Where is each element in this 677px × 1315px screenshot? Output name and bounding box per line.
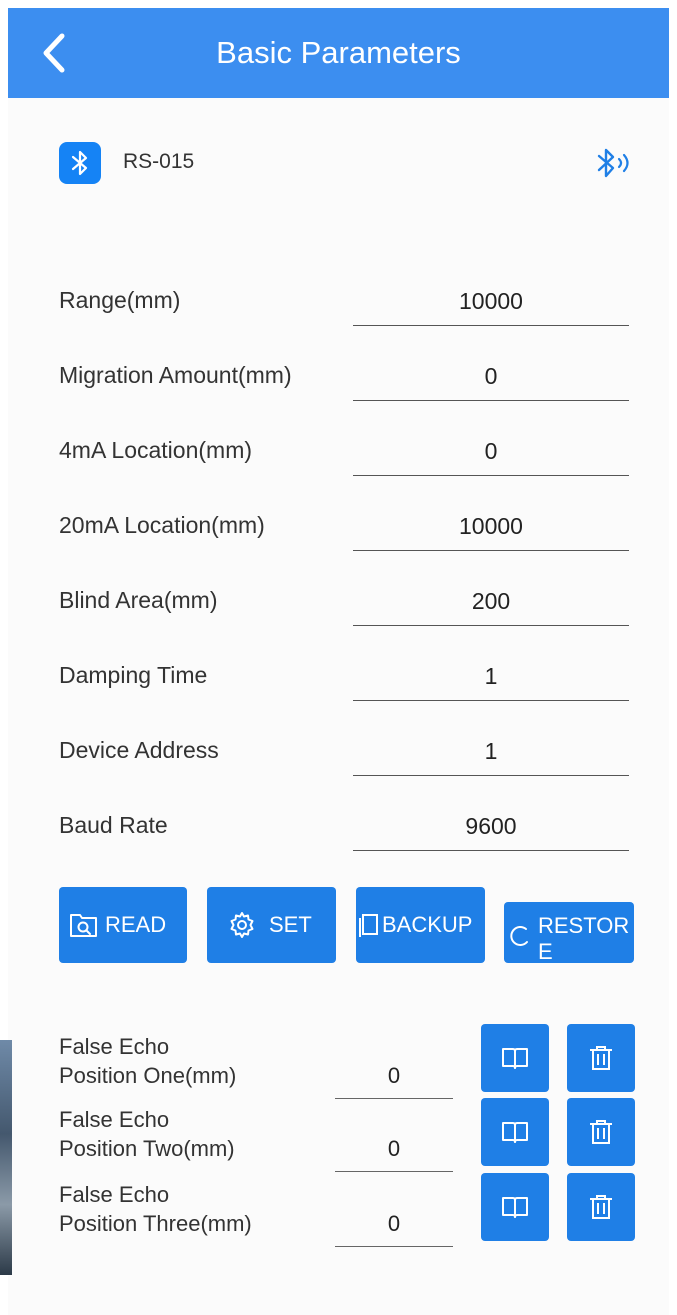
false-echo-label-line1: False Echo [59, 1034, 170, 1059]
false-echo-row-one: False Echo Position One(mm) [59, 1024, 639, 1104]
refresh-icon [510, 926, 528, 946]
read-button[interactable]: READ [59, 887, 187, 963]
false-echo-one-input[interactable] [335, 1054, 453, 1099]
false-echo-label: False Echo Position Three(mm) [59, 1180, 309, 1238]
false-echo-two-delete-button[interactable] [567, 1098, 635, 1166]
device-row: RS-015 [59, 142, 639, 186]
bluetooth-icon [59, 142, 101, 184]
false-echo-label: False Echo Position One(mm) [59, 1032, 309, 1090]
set-button[interactable]: SET [207, 887, 336, 963]
20ma-location-input[interactable] [353, 502, 629, 551]
false-echo-label: False Echo Position Two(mm) [59, 1105, 309, 1163]
book-icon [502, 1122, 528, 1143]
param-range: Range(mm) [59, 277, 629, 329]
read-label: READ [105, 912, 167, 937]
4ma-location-input[interactable] [353, 427, 629, 476]
restore-button[interactable]: RESTORE [504, 902, 634, 963]
header-bar: Basic Parameters [8, 8, 669, 98]
false-echo-one-book-button[interactable] [481, 1024, 549, 1092]
false-echo-row-two: False Echo Position Two(mm) [59, 1098, 639, 1177]
background-photo-edge [0, 1040, 12, 1275]
param-4ma-location: 4mA Location(mm) [59, 427, 629, 479]
param-baud-rate: Baud Rate [59, 802, 629, 854]
book-icon [502, 1197, 528, 1218]
param-blind-area: Blind Area(mm) [59, 577, 629, 629]
false-echo-label-line1: False Echo [59, 1107, 170, 1132]
param-device-address: Device Address [59, 727, 629, 779]
folder-search-icon [70, 914, 97, 937]
backup-button[interactable]: BACKUP [356, 887, 485, 963]
param-label: 4mA Location(mm) [59, 437, 253, 463]
param-label: Device Address [59, 737, 219, 763]
set-label: SET [269, 912, 312, 937]
bluetooth-connected-icon[interactable] [595, 146, 639, 182]
param-label: Range(mm) [59, 287, 181, 313]
param-damping-time: Damping Time [59, 652, 629, 704]
param-label: Blind Area(mm) [59, 587, 218, 613]
param-label: Migration Amount(mm) [59, 362, 292, 388]
false-echo-label-line1: False Echo [59, 1182, 170, 1207]
copy-icon [359, 914, 378, 937]
book-icon [502, 1048, 528, 1069]
gear-icon [230, 912, 254, 938]
trash-icon [590, 1195, 612, 1219]
false-echo-row-three: False Echo Position Three(mm) [59, 1173, 639, 1252]
device-name: RS-015 [123, 150, 195, 173]
backup-label: BACKUP [382, 912, 473, 937]
false-echo-one-delete-button[interactable] [567, 1024, 635, 1092]
page-title: Basic Parameters [216, 35, 461, 70]
false-echo-label-line2: Position Two(mm) [59, 1136, 235, 1161]
false-echo-three-input[interactable] [335, 1202, 453, 1247]
false-echo-three-book-button[interactable] [481, 1173, 549, 1241]
baud-rate-input[interactable] [353, 802, 629, 851]
param-label: Damping Time [59, 662, 208, 688]
migration-amount-input[interactable] [353, 352, 629, 401]
param-label: 20mA Location(mm) [59, 512, 265, 538]
trash-icon [590, 1046, 612, 1070]
range-input[interactable] [353, 277, 629, 326]
restore-label: RESTORE [538, 913, 630, 963]
false-echo-three-delete-button[interactable] [567, 1173, 635, 1241]
trash-icon [590, 1120, 612, 1144]
false-echo-two-book-button[interactable] [481, 1098, 549, 1166]
false-echo-two-input[interactable] [335, 1127, 453, 1172]
false-echo-label-line2: Position Three(mm) [59, 1211, 252, 1236]
blind-area-input[interactable] [353, 577, 629, 626]
param-label: Baud Rate [59, 812, 168, 838]
param-20ma-location: 20mA Location(mm) [59, 502, 629, 554]
damping-time-input[interactable] [353, 652, 629, 701]
false-echo-label-line2: Position One(mm) [59, 1063, 237, 1088]
param-migration-amount: Migration Amount(mm) [59, 352, 629, 404]
device-address-input[interactable] [353, 727, 629, 776]
